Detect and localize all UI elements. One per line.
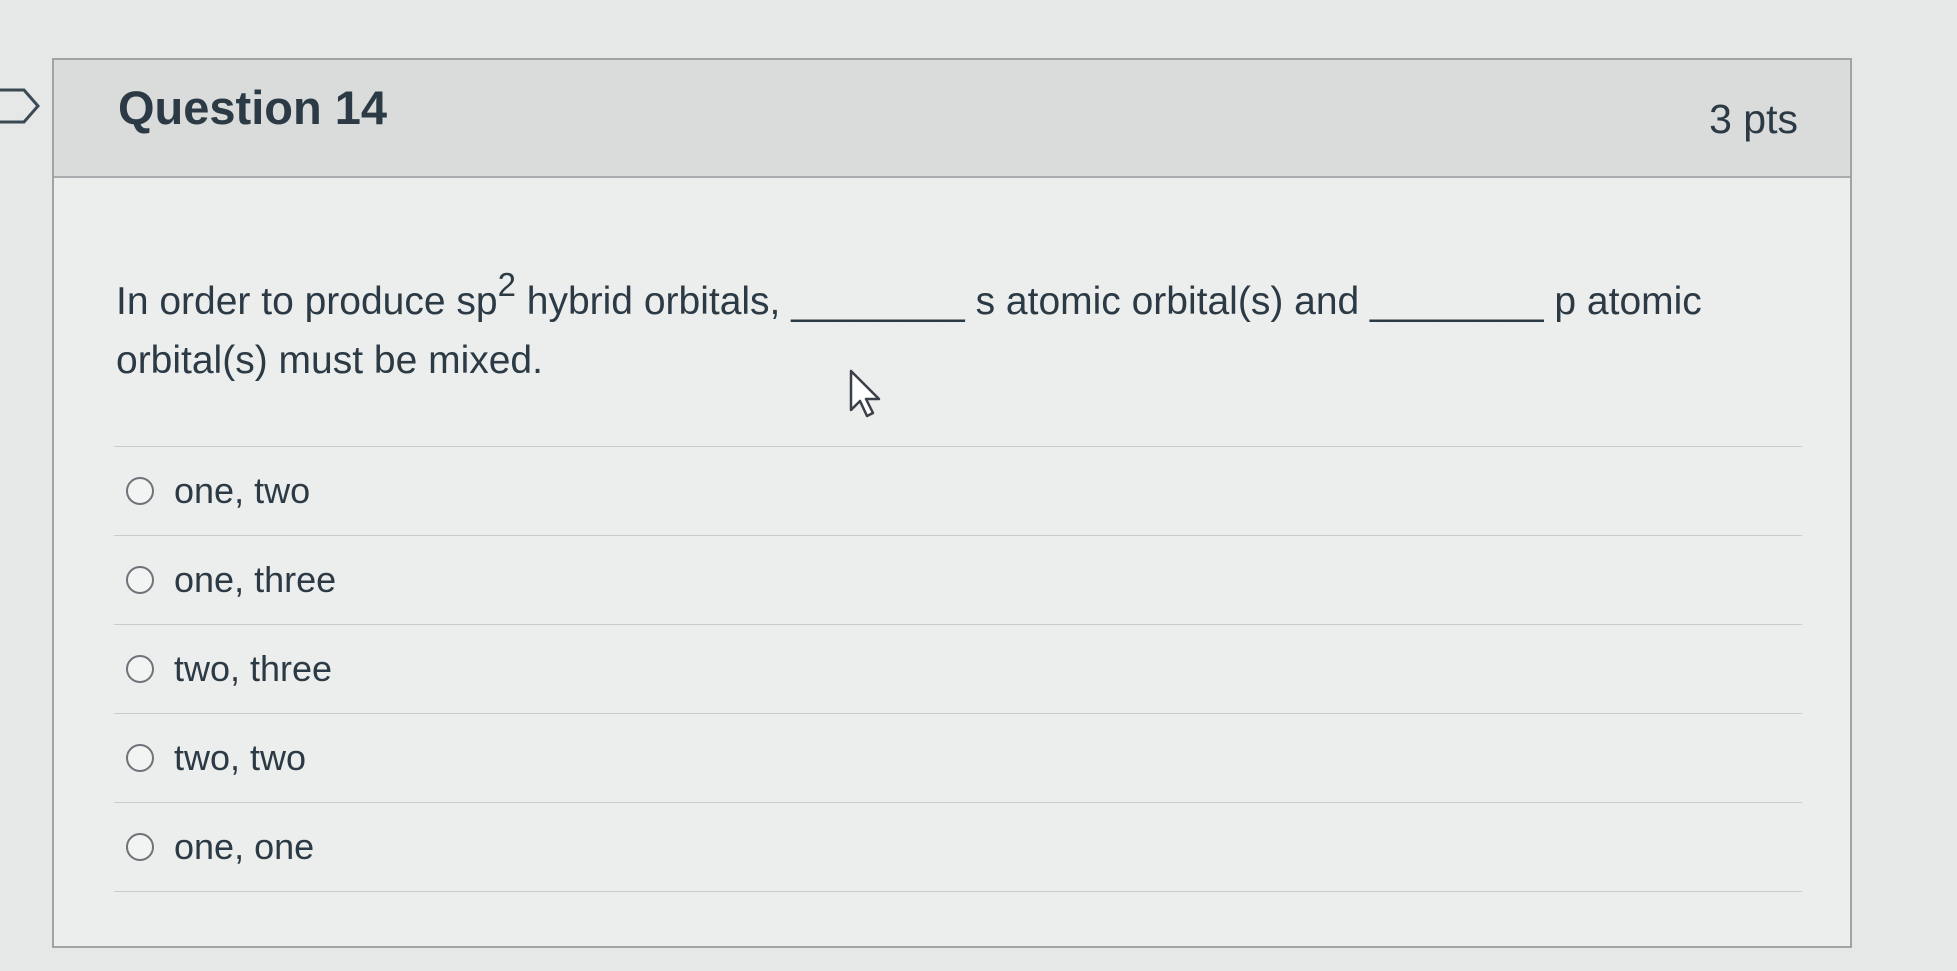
answer-option-2[interactable]: one, three: [114, 536, 1802, 625]
answer-label: two, two: [174, 737, 307, 778]
answer-option-3[interactable]: two, three: [114, 625, 1802, 714]
mouse-cursor-icon: [849, 369, 881, 418]
question-text-superscript: 2: [497, 266, 516, 303]
flag-question-icon[interactable]: [0, 86, 44, 126]
answer-list: one, two one, three two, three two, two …: [114, 446, 1802, 892]
radio-icon[interactable]: [126, 833, 154, 861]
answer-option-5[interactable]: one, one: [114, 803, 1802, 892]
question-text-start: In order to produce sp: [116, 280, 498, 323]
radio-icon[interactable]: [126, 477, 154, 505]
question-title: Question 14: [118, 81, 388, 134]
answer-label: one, three: [174, 559, 337, 600]
answer-label: two, three: [174, 648, 333, 689]
question-card: Question 14 3 pts In order to produce sp…: [52, 58, 1852, 948]
answer-label: one, two: [174, 470, 311, 511]
question-text: In order to produce sp2 hybrid orbitals,…: [116, 268, 1796, 390]
answer-label: one, one: [174, 826, 315, 867]
question-points: 3 pts: [1709, 96, 1798, 142]
answer-option-4[interactable]: two, two: [114, 714, 1802, 803]
answer-option-1[interactable]: one, two: [114, 447, 1802, 536]
radio-icon[interactable]: [126, 744, 154, 772]
radio-icon[interactable]: [126, 655, 154, 683]
radio-icon[interactable]: [126, 566, 154, 594]
question-header: Question 14 3 pts: [54, 60, 1850, 178]
